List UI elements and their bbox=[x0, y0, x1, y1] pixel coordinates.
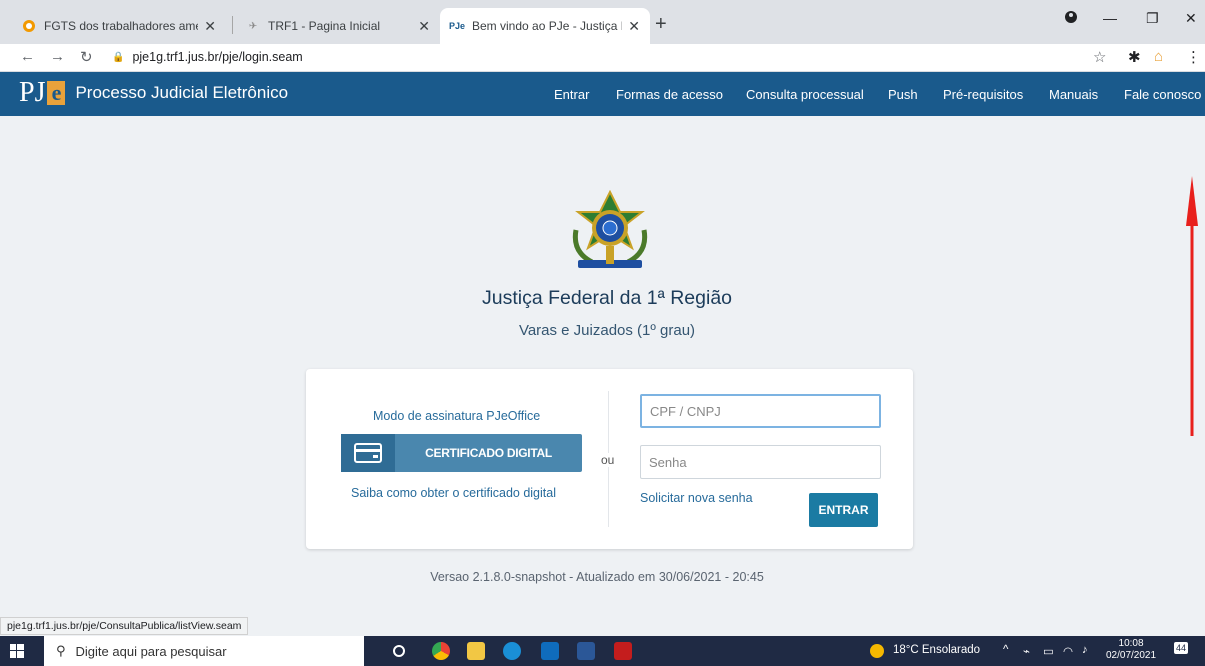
notification-count: 44 bbox=[1176, 643, 1187, 653]
notification-center-icon[interactable]: 44 bbox=[1174, 642, 1189, 654]
close-tab-icon[interactable]: ✕ bbox=[204, 18, 216, 35]
windows-taskbar: ⚲ Digite aqui para pesquisar 18°C Ensola… bbox=[0, 636, 1205, 666]
battery-icon[interactable]: ▭ bbox=[1043, 644, 1054, 658]
tab-title: Bem vindo ao PJe - Justiça Federa bbox=[472, 19, 622, 33]
wifi-icon[interactable]: ◠ bbox=[1063, 644, 1073, 658]
clock-date: 02/07/2021 bbox=[1106, 650, 1157, 661]
cortana-icon[interactable] bbox=[393, 645, 405, 657]
network-icon[interactable]: ⌁ bbox=[1023, 644, 1030, 658]
search-icon: ⚲ bbox=[56, 643, 66, 658]
nav-consulta-processual[interactable]: Consulta processual bbox=[746, 87, 864, 102]
browser-status-bar: pje1g.trf1.jus.br/pje/ConsultaPublica/li… bbox=[0, 617, 249, 635]
extension-app-icon[interactable]: ⌂ bbox=[1154, 48, 1163, 65]
outlook-icon[interactable] bbox=[541, 642, 559, 660]
password-placeholder: Senha bbox=[649, 454, 687, 470]
lock-icon: 🔒 bbox=[112, 51, 125, 63]
weather-sun-icon[interactable] bbox=[870, 644, 884, 661]
acrobat-icon[interactable] bbox=[614, 642, 632, 660]
tab-title: FGTS dos trabalhadores ameaçad bbox=[44, 19, 198, 33]
logo-e: e bbox=[47, 81, 66, 105]
org-title: Justiça Federal da 1ª Região bbox=[481, 287, 733, 309]
weather-text[interactable]: 18°C Ensolarado bbox=[893, 644, 980, 656]
cert-info-link[interactable]: Saiba como obter o certificado digital bbox=[351, 486, 556, 500]
pje-icon: PJe bbox=[449, 21, 466, 31]
sign-mode-link[interactable]: Modo de assinatura PJeOffice bbox=[373, 409, 540, 423]
certificado-digital-button[interactable]: CERTIFICADO DIGITAL bbox=[341, 434, 582, 472]
close-tab-icon[interactable]: ✕ bbox=[628, 18, 640, 35]
forward-icon[interactable]: → bbox=[50, 48, 65, 65]
version-text: Versao 2.1.8.0-snapshot - Atualizado em … bbox=[430, 570, 764, 584]
coat-of-arms-emblem bbox=[572, 190, 648, 268]
tab-title: TRF1 - Pagina Inicial bbox=[268, 19, 381, 33]
logo-pj: PJ bbox=[19, 77, 46, 108]
browser-tab-trf1[interactable]: ✈ TRF1 - Pagina Inicial ✕ bbox=[236, 8, 440, 44]
cpf-cnpj-input[interactable]: CPF / CNPJ bbox=[640, 394, 881, 428]
menu-icon[interactable]: ⋮ bbox=[1186, 48, 1201, 66]
browser-toolbar: ← → ↻ 🔒 pje1g.trf1.jus.br/pje/login.seam… bbox=[0, 44, 1205, 72]
clock-time: 10:08 bbox=[1118, 638, 1144, 649]
browser-tab-strip: FGTS dos trabalhadores ameaçad ✕ ✈ TRF1 … bbox=[0, 0, 1205, 44]
nav-pre-requisitos[interactable]: Pré-requisitos bbox=[943, 87, 1023, 102]
certificado-digital-label: CERTIFICADO DIGITAL bbox=[425, 446, 552, 460]
tab-separator bbox=[232, 16, 233, 34]
org-subtitle: Varas e Juizados (1º grau) bbox=[518, 322, 696, 339]
pje-logo[interactable]: PJ e Processo Judicial Eletrônico bbox=[19, 79, 288, 107]
minimize-icon[interactable]: — bbox=[1103, 10, 1117, 26]
entrar-button[interactable]: ENTRAR bbox=[809, 493, 878, 527]
generic-site-icon bbox=[22, 19, 36, 33]
file-explorer-icon[interactable] bbox=[467, 642, 485, 660]
nav-manuais[interactable]: Manuais bbox=[1049, 87, 1098, 102]
edge-icon[interactable] bbox=[503, 642, 521, 660]
browser-tab-fgts[interactable]: FGTS dos trabalhadores ameaçad ✕ bbox=[12, 8, 226, 44]
url-text: pje1g.trf1.jus.br/pje/login.seam bbox=[132, 50, 303, 64]
trf1-icon: ✈ bbox=[248, 20, 258, 32]
chrome-icon[interactable] bbox=[432, 642, 450, 660]
or-label: ou bbox=[597, 453, 619, 467]
site-header: PJ e Processo Judicial Eletrônico Entrar… bbox=[0, 72, 1205, 116]
taskbar-search[interactable]: ⚲ Digite aqui para pesquisar bbox=[44, 636, 364, 666]
close-tab-icon[interactable]: ✕ bbox=[418, 18, 430, 35]
bookmark-star-icon[interactable]: ☆ bbox=[1093, 48, 1106, 66]
app-name: Processo Judicial Eletrônico bbox=[75, 83, 289, 102]
nav-push[interactable]: Push bbox=[888, 87, 918, 102]
reload-icon[interactable]: ↻ bbox=[80, 48, 93, 66]
cpf-cnpj-placeholder: CPF / CNPJ bbox=[650, 403, 721, 419]
address-bar[interactable]: 🔒 pje1g.trf1.jus.br/pje/login.seam bbox=[112, 50, 303, 64]
restore-icon[interactable]: ❐ bbox=[1146, 10, 1159, 27]
tray-chevron-icon[interactable]: ^ bbox=[1003, 644, 1008, 656]
nav-fale-conosco[interactable]: Fale conosco bbox=[1124, 87, 1201, 102]
nav-formas-de-acesso[interactable]: Formas de acesso bbox=[616, 87, 723, 102]
credit-card-icon bbox=[341, 434, 395, 472]
password-input[interactable]: Senha bbox=[640, 445, 881, 479]
forgot-password-link[interactable]: Solicitar nova senha bbox=[640, 491, 753, 505]
close-window-icon[interactable]: ✕ bbox=[1185, 10, 1197, 27]
volume-icon[interactable]: ♪ bbox=[1082, 644, 1088, 656]
new-tab-icon[interactable]: + bbox=[655, 14, 667, 34]
profile-icon[interactable] bbox=[1065, 10, 1077, 26]
word-icon[interactable] bbox=[577, 642, 595, 660]
nav-entrar[interactable]: Entrar bbox=[554, 87, 589, 102]
login-card: Modo de assinatura PJeOffice CERTIFICADO… bbox=[306, 369, 913, 549]
extensions-icon[interactable]: ✱ bbox=[1128, 48, 1141, 66]
back-icon[interactable]: ← bbox=[20, 48, 35, 65]
taskbar-search-placeholder: Digite aqui para pesquisar bbox=[75, 643, 227, 659]
browser-tab-pje[interactable]: PJe Bem vindo ao PJe - Justiça Federa ✕ bbox=[440, 8, 650, 44]
windows-start-icon[interactable] bbox=[10, 644, 24, 658]
taskbar-clock[interactable]: 10:08 02/07/2021 bbox=[1106, 638, 1156, 662]
